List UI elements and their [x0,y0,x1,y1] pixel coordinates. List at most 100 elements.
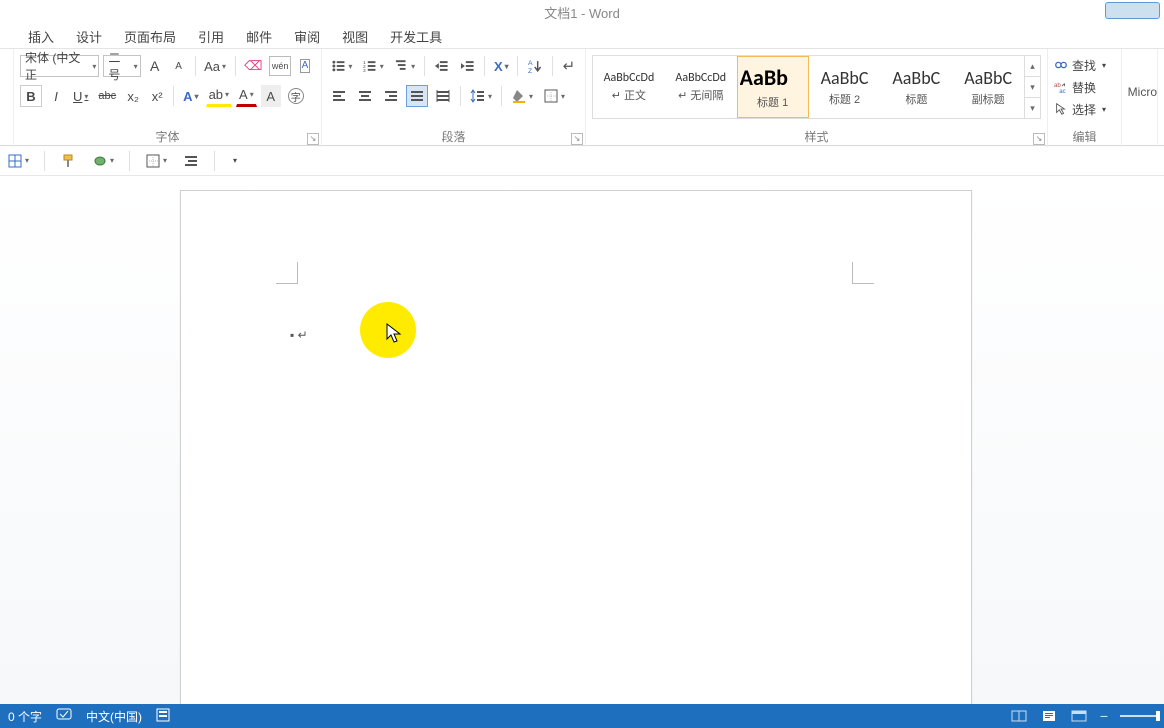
enclose-characters-button[interactable]: 字 [285,85,307,107]
font-family-combo[interactable]: 宋体 (中文正 [20,55,99,77]
align-left-icon [331,88,347,104]
help-button[interactable] [1105,2,1160,19]
enclose-icon: 字 [288,88,304,104]
qt-border-button[interactable] [142,150,170,172]
character-border-button[interactable]: A [295,55,315,77]
shrink-font-button[interactable]: A [169,55,189,77]
font-group-launcher[interactable]: ↘ [307,133,319,145]
qt-shape-button[interactable] [89,150,117,172]
tab-page-layout[interactable]: 页面布局 [124,27,176,46]
grow-font-button[interactable]: A [145,55,165,77]
multilevel-icon [394,58,409,74]
tab-design[interactable]: 设计 [76,27,102,46]
document-canvas[interactable] [0,178,1164,704]
view-web-layout-button[interactable] [1070,709,1088,723]
replace-icon: abac [1054,80,1068,94]
border-icon [543,88,559,104]
replace-button[interactable]: abac 替换 [1054,77,1115,97]
decrease-indent-icon [434,58,450,74]
qt-more-button[interactable]: ▾ [227,151,243,171]
qt-table-button[interactable] [4,150,32,172]
character-shading-button[interactable]: A [261,85,281,107]
bullets-button[interactable] [328,55,355,77]
style-normal[interactable]: AaBbCcDd ↵ 正文 [593,56,665,118]
find-label: 查找 [1072,57,1096,74]
tab-insert[interactable]: 插入 [28,27,54,46]
subscript-button[interactable]: x₂ [123,85,143,107]
tab-mailings[interactable]: 邮件 [246,27,272,46]
paragraph-group-launcher[interactable]: ↘ [571,133,583,145]
margin-corner-top-left [276,262,298,284]
style-title[interactable]: AaBbC 标题 [880,56,952,118]
justify-button[interactable] [406,85,428,107]
tab-view[interactable]: 视图 [342,27,368,46]
select-label: 选择 [1072,101,1096,118]
zoom-out-button[interactable]: − [1100,708,1108,724]
align-right-icon [383,88,399,104]
svg-text:3: 3 [363,68,366,74]
svg-text:ac: ac [1059,88,1065,94]
styles-scroll-down[interactable]: ▾ [1025,77,1040,98]
tab-references[interactable]: 引用 [198,27,224,46]
line-spacing-button[interactable] [467,85,495,107]
sort-button[interactable]: AZ [524,55,546,77]
zoom-slider[interactable] [1120,715,1156,717]
view-print-layout-button[interactable] [1040,709,1058,723]
change-case-button[interactable]: Aa [202,55,229,77]
strikethrough-button[interactable]: abc [95,85,119,107]
styles-scroll[interactable]: ▴ ▾ ▾ [1024,56,1040,118]
increase-indent-button[interactable] [457,55,479,77]
decrease-indent-button[interactable] [431,55,453,77]
distribute-button[interactable] [432,85,454,107]
tab-review[interactable]: 审阅 [294,27,320,46]
font-color-button[interactable]: A [236,85,257,107]
multilevel-list-button[interactable] [391,55,418,77]
text-effects-button[interactable]: A [180,85,201,107]
styles-scroll-up[interactable]: ▴ [1025,56,1040,77]
tab-developer[interactable]: 开发工具 [390,27,442,46]
shading-button[interactable] [508,85,536,107]
sort-icon: AZ [527,58,543,74]
align-right-button[interactable] [380,85,402,107]
select-button[interactable]: 选择 ▾ [1054,99,1115,119]
styles-expand[interactable]: ▾ [1025,98,1040,118]
style-subtitle[interactable]: AaBbC 副标题 [952,56,1024,118]
qt-indent-button[interactable] [180,150,202,172]
underline-button[interactable]: U [70,85,91,107]
line-spacing-icon [470,88,486,104]
qt-format-painter-button[interactable] [57,150,79,172]
status-bar: 0 个字 中文(中国) − [0,704,1164,728]
language-button[interactable]: 中文(中国) [86,708,142,725]
asian-layout-button[interactable]: X [491,55,511,77]
style-no-spacing[interactable]: AaBbCcDd ↵ 无间隔 [665,56,737,118]
font-group-label: 字体 [20,128,315,147]
proofing-icon[interactable] [56,708,72,725]
phonetic-guide-button[interactable]: wén [269,56,291,76]
style-preview-text: AaBb [740,64,788,91]
style-heading-2[interactable]: AaBbC 标题 2 [809,56,881,118]
superscript-button[interactable]: x² [147,85,167,107]
view-read-mode-button[interactable] [1010,709,1028,723]
macro-icon[interactable] [156,708,170,725]
align-left-button[interactable] [328,85,350,107]
find-button[interactable]: 查找 ▾ [1054,55,1115,75]
editing-group-label: 编辑 [1054,128,1115,147]
select-icon [1054,102,1068,116]
font-size-combo[interactable]: 二号 [103,55,140,77]
highlight-button[interactable]: ab [206,85,232,107]
styles-gallery[interactable]: AaBbCcDd ↵ 正文 AaBbCcDd ↵ 无间隔 AaBb 标题 1 A… [592,55,1041,119]
border-button[interactable] [540,85,568,107]
clear-formatting-button[interactable]: ⌫ [242,55,266,77]
word-count[interactable]: 0 个字 [8,708,42,725]
italic-button[interactable]: I [46,85,66,107]
bold-button[interactable]: B [20,85,42,107]
char-border-icon: A [300,59,311,73]
style-heading-1[interactable]: AaBb 标题 1 [737,56,809,118]
border2-icon [145,153,161,169]
justify-icon [409,88,425,104]
binoculars-icon [1054,58,1068,72]
styles-group-launcher[interactable]: ↘ [1033,133,1045,145]
show-marks-button[interactable]: ↵ [559,55,579,77]
align-center-button[interactable] [354,85,376,107]
numbering-button[interactable]: 123 [359,55,386,77]
